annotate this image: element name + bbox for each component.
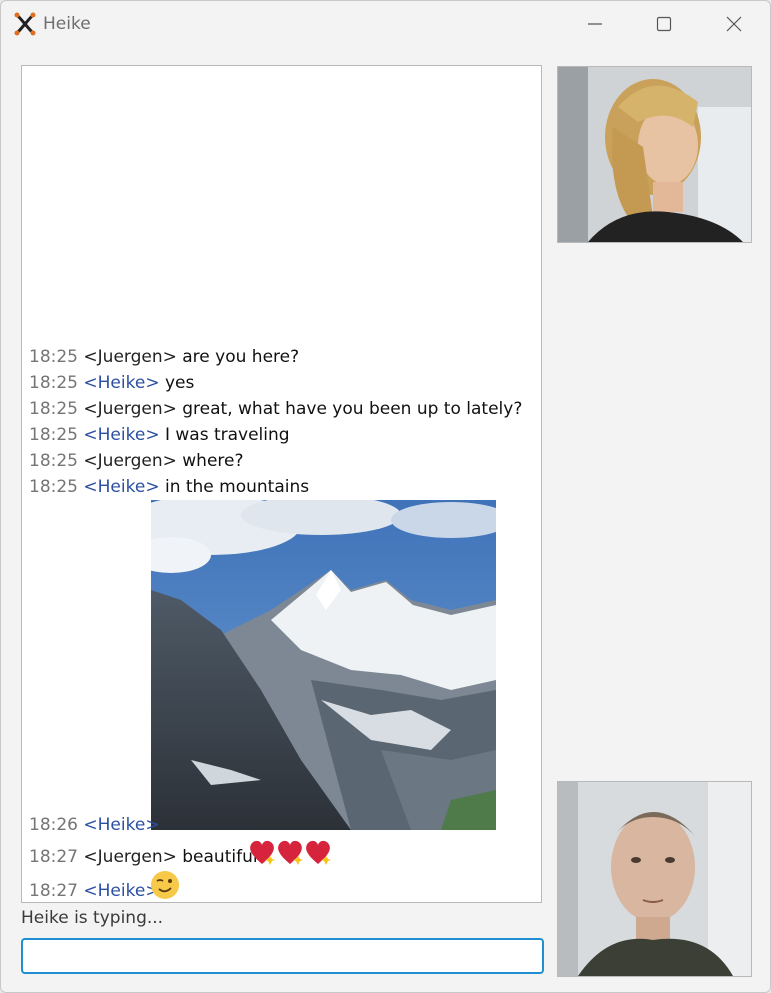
message-text: in the mountains <box>164 477 310 497</box>
chat-message: 18:25 <Juergen> where? <box>29 450 244 472</box>
close-button[interactable] <box>711 9 757 39</box>
chat-log[interactable]: 18:25 <Juergen> are you here? 18:25 <Hei… <box>21 65 542 903</box>
message-time: 18:26 <box>29 815 78 835</box>
message-text: where? <box>182 451 244 471</box>
maximize-icon <box>656 16 672 32</box>
chat-message: 18:27 <Juergen> beautiful! <box>29 846 264 868</box>
message-text: great, what have you been up to lately? <box>182 399 523 419</box>
message-text: I was traveling <box>164 425 290 445</box>
typing-indicator: Heike is typing... <box>21 908 164 928</box>
message-nick: <Heike> <box>83 425 160 445</box>
message-time: 18:25 <box>29 373 78 393</box>
message-nick: <Juergen> <box>83 347 177 367</box>
message-nick: <Heike> <box>83 477 160 497</box>
x-logo-icon <box>13 12 37 36</box>
message-time: 18:25 <box>29 477 78 497</box>
maximize-button[interactable] <box>641 9 687 39</box>
message-time: 18:27 <box>29 847 78 867</box>
chat-message: 18:25 <Heike> I was traveling <box>29 424 290 446</box>
chat-message: 18:25 <Juergen> are you here? <box>29 346 299 368</box>
message-text: are you here? <box>182 347 300 367</box>
title-bar[interactable]: Heike <box>1 1 770 47</box>
message-nick: <Juergen> <box>83 847 177 867</box>
winking-face-emoji <box>151 871 179 899</box>
message-time: 18:25 <box>29 347 78 367</box>
message-nick: <Juergen> <box>83 399 177 419</box>
message-text: yes <box>164 373 195 393</box>
message-input[interactable] <box>21 938 544 974</box>
chat-message: 18:25 <Juergen> great, what have you bee… <box>29 398 522 420</box>
chat-message: 18:25 <Heike> in the mountains <box>29 476 309 498</box>
message-nick: <Heike> <box>83 373 160 393</box>
message-nick: <Juergen> <box>83 451 177 471</box>
chat-message: 18:26 <Heike> <box>29 814 160 836</box>
chat-message: 18:25 <Heike> yes <box>29 372 194 394</box>
message-time: 18:27 <box>29 881 78 901</box>
minimize-icon <box>588 23 602 25</box>
video-local[interactable] <box>557 781 752 977</box>
minimize-button[interactable] <box>572 9 618 39</box>
mountain-photo[interactable] <box>151 500 496 830</box>
chat-window: Heike 18:25 <Juergen> are you here? 18:2… <box>0 0 771 993</box>
message-time: 18:25 <box>29 399 78 419</box>
video-remote[interactable] <box>557 66 752 243</box>
sparkling-hearts-emoji <box>250 840 331 865</box>
window-title: Heike <box>43 14 91 34</box>
close-icon <box>726 16 742 32</box>
message-time: 18:25 <box>29 451 78 471</box>
message-nick: <Heike> <box>83 815 160 835</box>
chat-message: 18:27 <Heike> <box>29 880 160 902</box>
message-time: 18:25 <box>29 425 78 445</box>
